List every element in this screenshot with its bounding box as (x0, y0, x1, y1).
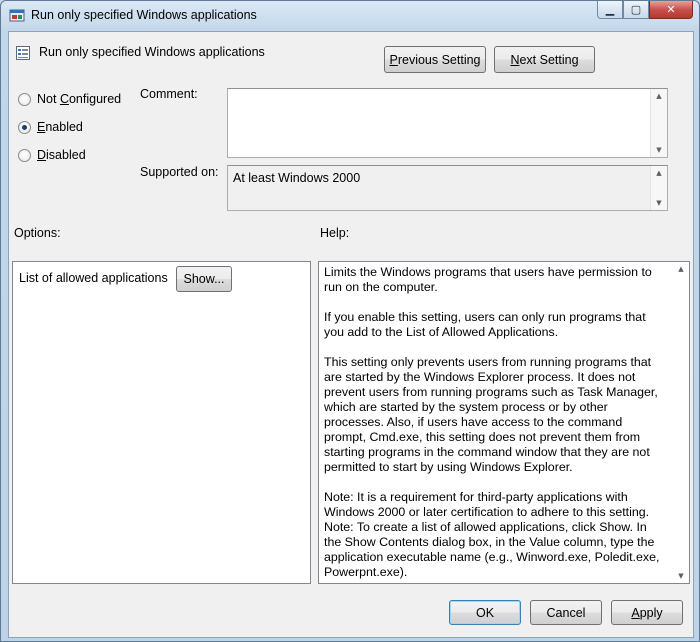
allowed-apps-label: List of allowed applications (19, 271, 168, 285)
scroll-down-icon[interactable]: ▼ (656, 196, 661, 210)
supported-on-value: At least Windows 2000 (233, 171, 361, 185)
scroll-up-icon[interactable]: ▲ (656, 89, 661, 103)
minimize-button[interactable]: ▁ (597, 1, 623, 19)
help-scrollbar[interactable]: ▲ ▼ (673, 262, 689, 583)
dialog-window: Run only specified Windows applications … (0, 0, 700, 642)
label-access-key: C (59, 92, 69, 106)
radio-enabled-label: Enabled (37, 120, 83, 134)
maximize-button[interactable]: ▢ (623, 1, 649, 19)
options-panel: List of allowed applications Show... (12, 261, 311, 584)
radio-not-configured-label: Not Configured (37, 92, 121, 106)
help-paragraph: Limits the Windows programs that users h… (324, 265, 652, 294)
close-icon: ✕ (666, 3, 676, 16)
scroll-down-icon[interactable]: ▼ (678, 569, 683, 583)
radio-disabled-label: Disabled (37, 148, 86, 162)
help-text: Limits the Windows programs that users h… (324, 265, 667, 580)
radio-not-configured-indicator[interactable] (18, 92, 31, 106)
radio-enabled-indicator[interactable] (18, 120, 31, 134)
options-label: Options: (14, 226, 61, 240)
help-label: Help: (320, 226, 350, 240)
supported-scrollbar[interactable]: ▲ ▼ (650, 166, 667, 210)
window-title: Run only specified Windows applications (31, 8, 257, 22)
label-pre: Not (37, 92, 60, 106)
supported-on-textbox[interactable]: At least Windows 2000 ▲ ▼ (227, 165, 668, 211)
help-paragraph: If you enable this setting, users can on… (324, 310, 646, 339)
apply-label: pply (639, 605, 663, 620)
help-paragraph: This setting only prevents users from ru… (324, 355, 658, 474)
cancel-button[interactable]: Cancel (530, 600, 602, 625)
scroll-down-icon[interactable]: ▼ (656, 143, 661, 157)
label-access-key: D (37, 148, 47, 162)
minimize-icon: ▁ (605, 3, 615, 16)
radio-not-configured[interactable]: Not Configured (18, 92, 121, 106)
policy-setting-icon (16, 46, 30, 60)
scroll-up-icon[interactable]: ▲ (678, 262, 683, 276)
radio-enabled[interactable]: Enabled (18, 120, 83, 134)
show-button[interactable]: Show... (176, 266, 232, 292)
maximize-icon: ▢ (630, 3, 642, 16)
next-label: ext Setting (519, 52, 579, 67)
previous-setting-button[interactable]: Previous Setting (384, 46, 486, 73)
comment-label: Comment: (140, 87, 198, 101)
ok-button[interactable]: OK (449, 600, 521, 625)
apply-button[interactable]: Apply (611, 600, 683, 625)
help-paragraph: Note: To create a list of allowed applic… (324, 520, 660, 579)
previous-label: revious Setting (397, 52, 481, 67)
label-post: nabled (45, 120, 83, 134)
supported-on-label: Supported on: (140, 165, 219, 179)
previous-access-key: P (389, 52, 398, 67)
group-policy-app-icon (9, 9, 25, 22)
comment-scrollbar[interactable]: ▲ ▼ (650, 89, 667, 157)
radio-disabled-indicator[interactable] (18, 148, 31, 162)
next-setting-button[interactable]: Next Setting (494, 46, 595, 73)
title-bar[interactable]: Run only specified Windows applications … (1, 1, 699, 31)
scroll-up-icon[interactable]: ▲ (656, 166, 661, 180)
help-panel[interactable]: Limits the Windows programs that users h… (318, 261, 690, 584)
close-button[interactable]: ✕ (649, 1, 693, 19)
dialog-client-area: Run only specified Windows applications … (8, 31, 694, 638)
help-paragraph: Note: It is a requirement for third-part… (324, 490, 650, 519)
radio-disabled[interactable]: Disabled (18, 148, 86, 162)
label-post: isabled (46, 148, 86, 162)
label-post: onfigured (68, 92, 122, 106)
comment-textbox[interactable]: ▲ ▼ (227, 88, 668, 158)
apply-access-key: A (631, 605, 640, 620)
setting-title: Run only specified Windows applications (39, 45, 265, 59)
caption-buttons: ▁ ▢ ✕ (597, 1, 693, 21)
next-access-key: N (510, 52, 520, 67)
